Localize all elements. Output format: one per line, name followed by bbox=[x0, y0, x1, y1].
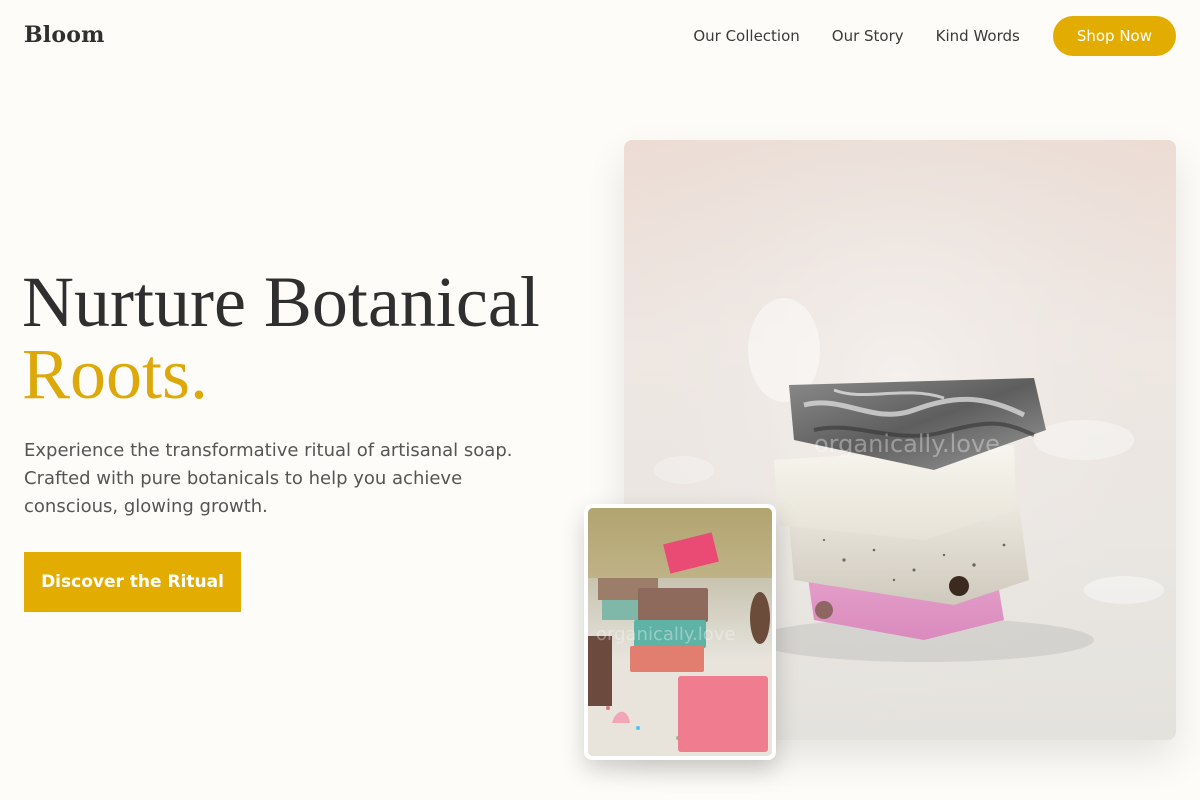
nav-link-kind-words[interactable]: Kind Words bbox=[936, 27, 1020, 45]
secondary-image-card: organically.love bbox=[584, 504, 776, 760]
nav-link-our-collection[interactable]: Our Collection bbox=[693, 27, 799, 45]
secondary-image: organically.love bbox=[588, 508, 772, 756]
hero-description: Experience the transformative ritual of … bbox=[24, 440, 513, 517]
brand-logo[interactable]: Bloom bbox=[24, 22, 105, 48]
main-nav: Our Collection Our Story Kind Words Shop… bbox=[693, 16, 1176, 56]
discover-ritual-button[interactable]: Discover the Ritual bbox=[24, 552, 241, 612]
nav-link-our-story[interactable]: Our Story bbox=[832, 27, 904, 45]
site-header: Bloom Our Collection Our Story Kind Word… bbox=[0, 0, 1200, 72]
soap-collection-illustration: organically.love bbox=[588, 508, 772, 756]
hero-title-accent: Roots. bbox=[22, 334, 209, 414]
main-image-watermark: organically.love bbox=[814, 430, 1000, 458]
shop-now-button[interactable]: Shop Now bbox=[1052, 16, 1176, 56]
hero-title: Nurture Botanical Roots. bbox=[22, 266, 602, 410]
hero-title-line1: Nurture Botanical bbox=[22, 262, 540, 342]
landing-page: Bloom Our Collection Our Story Kind Word… bbox=[0, 0, 1200, 800]
secondary-image-watermark: organically.love bbox=[596, 624, 735, 645]
